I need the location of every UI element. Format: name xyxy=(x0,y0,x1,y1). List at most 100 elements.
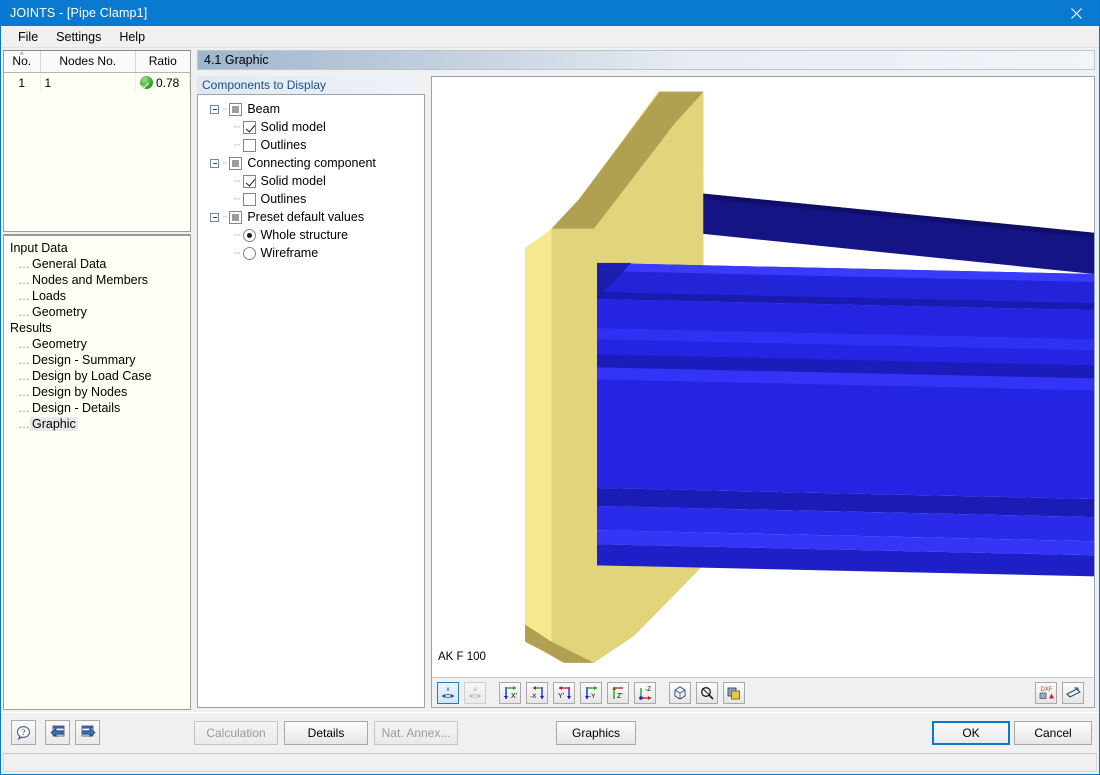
table-row[interactable]: 1 1 0.78 xyxy=(4,72,190,93)
close-icon[interactable] xyxy=(1053,0,1099,26)
view-z-negative-button[interactable]: -Z xyxy=(634,681,656,704)
menu-item-file[interactable]: File xyxy=(9,28,47,46)
checkbox-beam-outlines[interactable] xyxy=(242,138,256,152)
tree-node-connecting-outlines-label: Outlines xyxy=(260,192,307,206)
next-button[interactable] xyxy=(75,720,100,745)
tree-guide: ·· xyxy=(222,157,228,169)
details-button[interactable]: Details xyxy=(284,721,368,745)
tree-node-beam-outlines[interactable]: ··· Outlines xyxy=(203,136,424,154)
view-x-positive-button[interactable]: X' xyxy=(499,681,521,704)
collapse-icon[interactable] xyxy=(210,158,219,168)
right-panel: 4.1 Graphic Components to Display ·· Bea… xyxy=(193,48,1099,712)
render-mode-button[interactable] xyxy=(723,681,745,704)
checkbox-beam-solid-model[interactable] xyxy=(242,120,256,134)
nav-item-design-details[interactable]: … Design - Details xyxy=(8,400,190,416)
menu-item-help[interactable]: Help xyxy=(110,28,154,46)
results-grid-panel: ^ No. Nodes No. Ratio 1 1 0.78 xyxy=(3,50,191,232)
tree-node-wireframe-label: Wireframe xyxy=(260,246,319,260)
nat-annex-button[interactable]: Nat. Annex... xyxy=(374,721,458,745)
isometric-view-button[interactable] xyxy=(669,681,691,704)
calculation-button[interactable]: Calculation xyxy=(194,721,278,745)
components-tree-panel: ·· Beam ··· Solid model ··· Outlines ·· … xyxy=(197,94,425,708)
tree-node-wireframe[interactable]: ··· Wireframe xyxy=(203,244,424,262)
tree-node-beam-solid-model[interactable]: ··· Solid model xyxy=(203,118,424,136)
nav-group-results: Results xyxy=(10,321,52,335)
ok-check-icon xyxy=(140,75,153,89)
collapse-icon[interactable] xyxy=(210,104,219,114)
tree-guide: ·· xyxy=(222,211,228,223)
nav-item-design-by-load-case[interactable]: … Design by Load Case xyxy=(8,368,190,384)
nav-item-design-summary[interactable]: … Design - Summary xyxy=(8,352,190,368)
tree-guide: ··· xyxy=(233,247,241,259)
axis-minus-y-icon: -Y xyxy=(584,685,597,700)
previous-button[interactable] xyxy=(45,720,70,745)
ok-button[interactable]: OK xyxy=(932,721,1010,745)
magnifier-icon xyxy=(701,686,714,700)
cell-ratio: 0.78 xyxy=(135,72,190,93)
nav-item-geometry-input[interactable]: … Geometry xyxy=(8,304,190,320)
show-a-dimension-button[interactable]: a xyxy=(464,681,486,704)
tree-node-connecting-outlines[interactable]: ··· Outlines xyxy=(203,190,424,208)
export-dxf-button[interactable]: DXF xyxy=(1035,681,1057,704)
tree-node-connecting-solid-model[interactable]: ··· Solid model xyxy=(203,172,424,190)
nav-item-nodes-and-members[interactable]: … Nodes and Members xyxy=(8,272,190,288)
arrow-right-icon xyxy=(81,725,96,738)
svg-text:X': X' xyxy=(511,693,517,700)
checkbox-preset-default-values[interactable] xyxy=(229,210,243,224)
tree-node-connecting-component-label: Connecting component xyxy=(247,156,376,170)
checkbox-connecting-component[interactable] xyxy=(229,156,243,170)
axis-minus-z-icon: -Z xyxy=(638,686,651,700)
axis-y-icon: Y' xyxy=(558,685,571,700)
tree-guide: ··· xyxy=(233,175,241,187)
cancel-button[interactable]: Cancel xyxy=(1014,721,1092,745)
tree-node-beam-solid-model-label: Solid model xyxy=(260,120,326,134)
footer-bar: ? Calculation Details Nat. Annex... Grap… xyxy=(1,712,1099,752)
menu-item-settings[interactable]: Settings xyxy=(47,28,110,46)
graphic-toolbar: x a X' -X Y' -Y Z' -Z DXF xyxy=(432,677,1094,707)
checkbox-beam[interactable] xyxy=(229,102,243,116)
column-header-no[interactable]: ^ No. xyxy=(4,51,41,73)
nav-item-geometry-results[interactable]: … Geometry xyxy=(8,336,190,352)
tree-guide: ·· xyxy=(222,103,228,115)
svg-text:DXF: DXF xyxy=(1040,687,1052,693)
checkbox-connecting-solid-model[interactable] xyxy=(242,174,256,188)
svg-text:-X: -X xyxy=(530,693,537,700)
axis-z-icon: Z' xyxy=(611,686,623,700)
view-z-positive-button[interactable]: Z' xyxy=(607,681,629,704)
nav-item-general-data[interactable]: … General Data xyxy=(8,256,190,272)
tree-guide: ··· xyxy=(233,121,241,133)
show-x-dimension-button[interactable]: x xyxy=(437,681,459,704)
view-y-positive-button[interactable]: Y' xyxy=(553,681,575,704)
dxf-icon: DXF xyxy=(1039,687,1054,699)
svg-text:x: x xyxy=(447,687,450,693)
title-bar: JOINTS - [Pipe Clamp1] xyxy=(1,0,1099,26)
svg-text:Y': Y' xyxy=(558,693,564,700)
tree-node-connecting-component[interactable]: ·· Connecting component xyxy=(203,154,424,172)
radio-wireframe[interactable] xyxy=(242,246,256,260)
collapse-icon[interactable] xyxy=(210,212,219,222)
tree-node-preset-default-values[interactable]: ·· Preset default values xyxy=(203,208,424,226)
graphics-button[interactable]: Graphics xyxy=(556,721,636,745)
checkbox-connecting-outlines[interactable] xyxy=(242,192,256,206)
help-button[interactable]: ? xyxy=(11,720,36,745)
radio-whole-structure[interactable] xyxy=(242,228,256,242)
nav-item-loads[interactable]: … Loads xyxy=(8,288,190,304)
nav-item-graphic[interactable]: … Graphic xyxy=(8,416,190,432)
nav-item-design-by-nodes[interactable]: … Design by Nodes xyxy=(8,384,190,400)
tree-node-whole-structure[interactable]: ··· Whole structure xyxy=(203,226,424,244)
column-header-ratio[interactable]: Ratio xyxy=(135,51,190,73)
column-header-nodes-no[interactable]: Nodes No. xyxy=(40,51,136,73)
zoom-view-button[interactable] xyxy=(696,681,718,704)
view-y-negative-button[interactable]: -Y xyxy=(580,681,602,704)
cell-ratio-value: 0.78 xyxy=(156,75,180,90)
menu-bar: File Settings Help xyxy=(1,26,1099,48)
navigation-tree: Input Data … General Data … Nodes and Memb… xyxy=(3,234,191,710)
graphic-viewport[interactable]: AK F 100 x a X' -X Y' -Y Z' -Z DXF xyxy=(431,76,1095,708)
cell-nodes-no: 1 xyxy=(40,72,136,93)
tree-node-beam[interactable]: ·· Beam xyxy=(203,100,424,118)
status-bar xyxy=(3,753,1097,772)
print-button[interactable] xyxy=(1062,681,1084,704)
tree-guide: ··· xyxy=(233,193,241,205)
dim-a-icon: a xyxy=(469,687,481,698)
view-x-negative-button[interactable]: -X xyxy=(526,681,548,704)
